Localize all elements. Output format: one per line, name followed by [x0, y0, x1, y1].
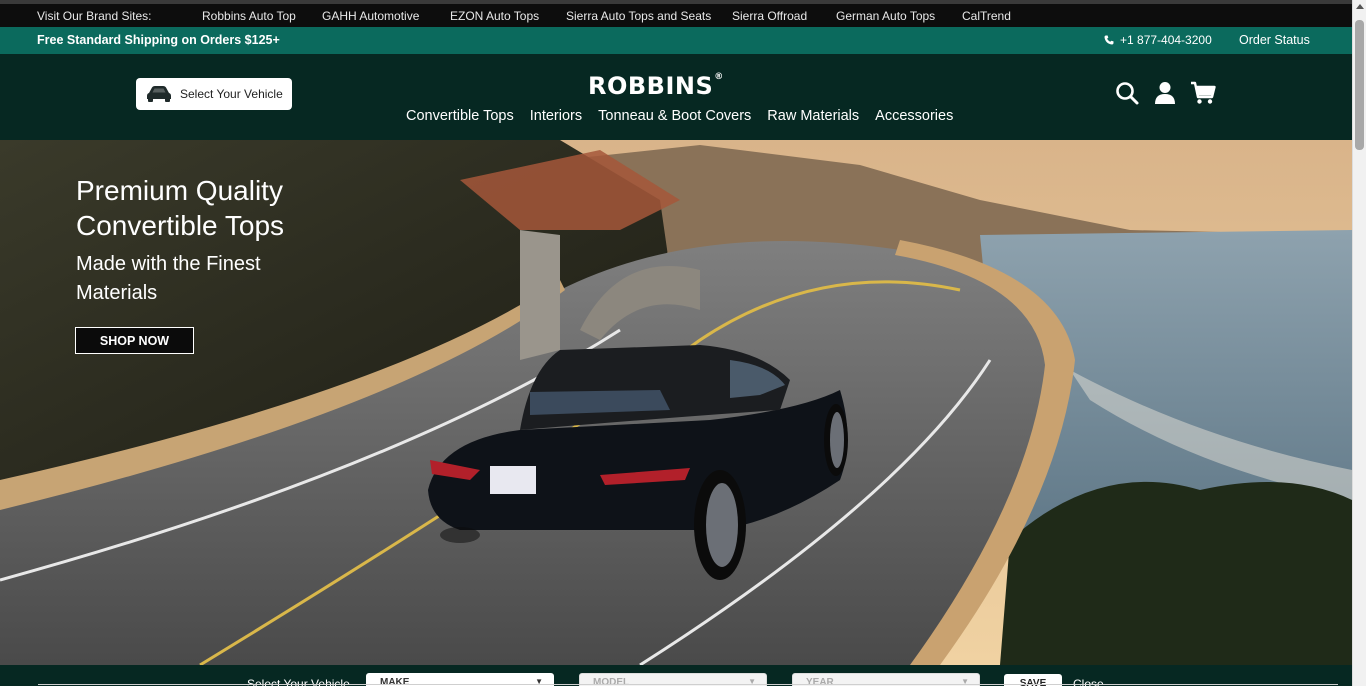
page: Visit Our Brand Sites: Robbins Auto Top …	[0, 0, 1366, 686]
scrollbar-thumb[interactable]	[1355, 20, 1364, 150]
brand-link-sierra-offroad[interactable]: Sierra Offroad	[732, 9, 807, 23]
nav-raw-materials[interactable]: Raw Materials	[767, 108, 859, 124]
phone-number: +1 877-404-3200	[1120, 33, 1212, 47]
brand-sites-label: Visit Our Brand Sites:	[37, 9, 152, 23]
select-vehicle-label: Select Your Vehicle	[180, 87, 283, 101]
brand-link-german-auto[interactable]: German Auto Tops	[836, 9, 935, 23]
brand-link-gahh[interactable]: GAHH Automotive	[322, 9, 419, 23]
nav-tonneau-boot-covers[interactable]: Tonneau & Boot Covers	[598, 108, 751, 124]
brand-link-ezon[interactable]: EZON Auto Tops	[450, 9, 539, 23]
main-nav: Convertible Tops Interiors Tonneau & Boo…	[406, 108, 953, 124]
phone-link[interactable]: +1 877-404-3200	[1104, 33, 1212, 47]
logo-text: ROBBINS	[588, 72, 714, 100]
free-shipping-text: Free Standard Shipping on Orders $125+	[37, 33, 280, 47]
hero-subtitle: Made with the Finest Materials	[76, 253, 261, 304]
cart-icon[interactable]	[1190, 80, 1216, 106]
brand-link-robbins[interactable]: Robbins Auto Top	[202, 9, 296, 23]
search-icon[interactable]	[1114, 80, 1140, 106]
brand-sites-bar: Visit Our Brand Sites: Robbins Auto Top …	[0, 0, 1352, 27]
main-header: Select Your Vehicle ROBBINS® Convertible…	[0, 54, 1352, 140]
page-scrollbar[interactable]	[1352, 0, 1366, 686]
vehicle-selector-bar: Select Your Vehicle MAKE ▼ MODEL ▼ YEAR …	[0, 665, 1352, 686]
shop-now-button[interactable]: SHOP NOW	[75, 327, 194, 354]
divider	[38, 684, 1338, 685]
nav-interiors[interactable]: Interiors	[530, 108, 582, 124]
logo-registered-mark: ®	[714, 72, 724, 82]
hero-title: Premium Quality Convertible Tops	[76, 175, 285, 241]
car-icon	[147, 86, 171, 102]
phone-icon	[1104, 35, 1114, 45]
scroll-up-arrow-icon[interactable]	[1356, 4, 1364, 9]
shipping-bar: Free Standard Shipping on Orders $125+ +…	[0, 27, 1352, 54]
hero-banner: Premium Quality Convertible Tops Made wi…	[0, 140, 1352, 665]
account-icon[interactable]	[1152, 80, 1178, 106]
nav-accessories[interactable]: Accessories	[875, 108, 953, 124]
select-vehicle-button[interactable]: Select Your Vehicle	[136, 78, 292, 110]
order-status-link[interactable]: Order Status	[1239, 33, 1310, 47]
nav-convertible-tops[interactable]: Convertible Tops	[406, 108, 514, 124]
brand-link-sierra-auto[interactable]: Sierra Auto Tops and Seats	[566, 9, 711, 23]
robbins-logo[interactable]: ROBBINS®	[588, 72, 724, 100]
brand-link-caltrend[interactable]: CalTrend	[962, 9, 1011, 23]
